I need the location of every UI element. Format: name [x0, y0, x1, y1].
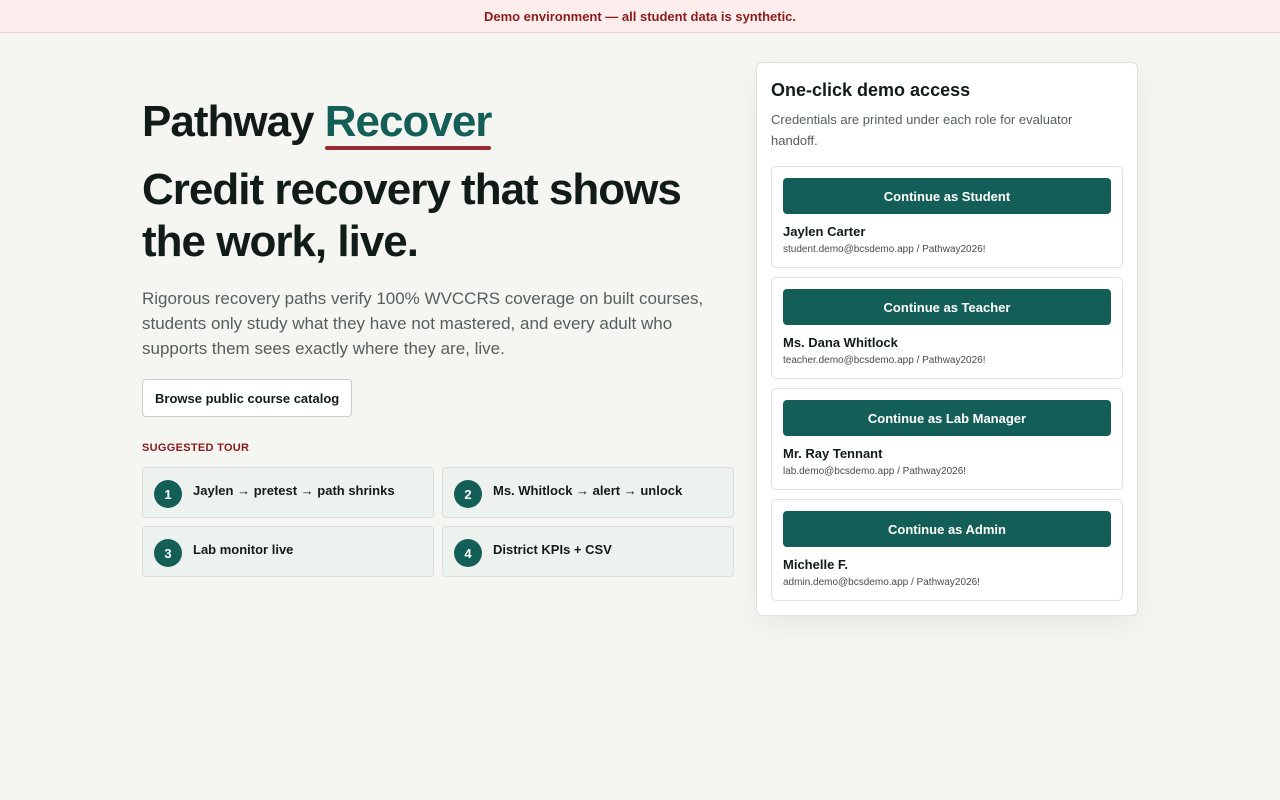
- demo-access-panel: One-click demo access Credentials are pr…: [756, 62, 1138, 616]
- brand-accent: Recover: [324, 97, 492, 150]
- tour-step-1[interactable]: 1 Jaylen → pretest → path shrinks: [142, 467, 434, 518]
- role-credentials: student.demo@bcsdemo.app / Pathway2026!: [783, 244, 986, 255]
- step-number-badge: 4: [454, 539, 482, 567]
- tour-step-2[interactable]: 2 Ms. Whitlock → alert → unlock: [442, 467, 734, 518]
- hero-headline: Credit recovery that shows the work, liv…: [142, 165, 682, 266]
- brand-name: Pathway: [142, 97, 315, 146]
- tour-step-label: Lab monitor live: [193, 542, 294, 557]
- tour-step-label: Jaylen → pretest → path shrinks: [193, 483, 395, 498]
- continue-as-teacher-button[interactable]: Continue as Teacher: [783, 289, 1111, 325]
- hero-lede: Rigorous recovery paths verify 100% WVCC…: [142, 289, 704, 358]
- brand-logo: Pathway Recover: [142, 96, 742, 150]
- tour-label: SUGGESTED TOUR: [142, 442, 250, 454]
- demo-environment-banner: Demo environment — all student data is s…: [0, 0, 1280, 33]
- banner-text: Demo environment — all student data is s…: [483, 8, 797, 24]
- role-user-name: Mr. Ray Tennant: [783, 446, 883, 461]
- continue-as-student-button[interactable]: Continue as Student: [783, 178, 1111, 214]
- role-credentials: teacher.demo@bcsdemo.app / Pathway2026!: [783, 355, 986, 366]
- tour-steps: 1 Jaylen → pretest → path shrinks 2 Ms. …: [142, 467, 734, 577]
- role-card-teacher: Continue as Teacher Ms. Dana Whitlock te…: [771, 277, 1123, 379]
- hero-section: Pathway Recover Credit recovery that sho…: [142, 96, 742, 417]
- tour-step-label: Ms. Whitlock → alert → unlock: [493, 483, 683, 498]
- browse-catalog-button[interactable]: Browse public course catalog: [142, 379, 353, 417]
- role-user-name: Michelle F.: [783, 557, 849, 572]
- tour-step-label: District KPIs + CSV: [493, 542, 612, 557]
- continue-as-admin-button[interactable]: Continue as Admin: [783, 511, 1111, 547]
- step-number-badge: 3: [154, 539, 182, 567]
- tour-step-4[interactable]: 4 District KPIs + CSV: [442, 526, 734, 577]
- panel-subtitle: Credentials are printed under each role …: [771, 112, 1073, 148]
- role-credentials: admin.demo@bcsdemo.app / Pathway2026!: [783, 577, 980, 588]
- role-card-student: Continue as Student Jaylen Carter studen…: [771, 166, 1123, 268]
- continue-as-lab-manager-button[interactable]: Continue as Lab Manager: [783, 400, 1111, 436]
- panel-title: One-click demo access: [771, 80, 971, 100]
- tour-step-3[interactable]: 3 Lab monitor live: [142, 526, 434, 577]
- role-user-name: Jaylen Carter: [783, 224, 866, 239]
- role-card-lab-manager: Continue as Lab Manager Mr. Ray Tennant …: [771, 388, 1123, 490]
- role-user-name: Ms. Dana Whitlock: [783, 335, 898, 350]
- role-card-admin: Continue as Admin Michelle F. admin.demo…: [771, 499, 1123, 601]
- step-number-badge: 1: [154, 480, 182, 508]
- role-credentials: lab.demo@bcsdemo.app / Pathway2026!: [783, 466, 967, 477]
- step-number-badge: 2: [454, 480, 482, 508]
